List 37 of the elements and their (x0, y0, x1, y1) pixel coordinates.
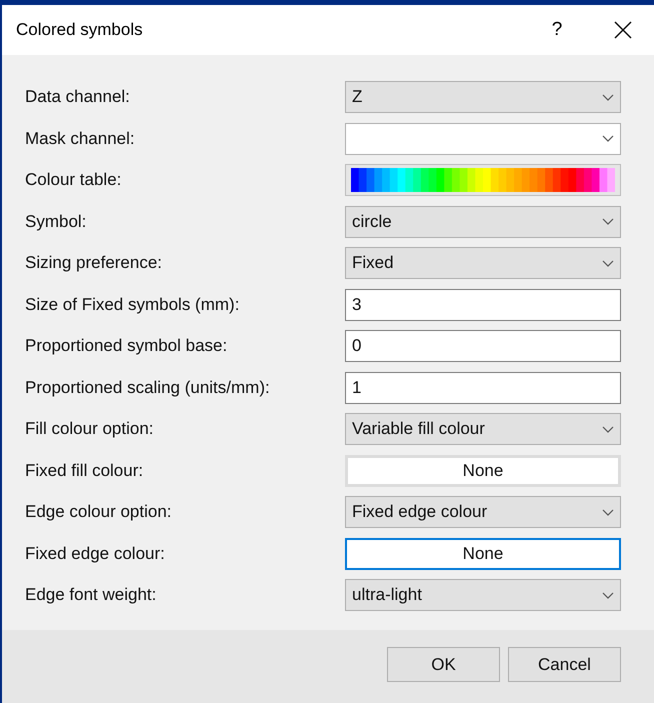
chevron-down-icon (602, 94, 614, 100)
dropdown[interactable]: Z (345, 81, 621, 113)
chevron-down-icon (602, 260, 614, 266)
window-title: Colored symbols (16, 19, 144, 42)
field-label: Mask channel: (25, 128, 136, 150)
help-button[interactable]: ? (542, 16, 572, 44)
field-label: Sizing preference: (25, 252, 164, 274)
dialog-button[interactable]: Cancel (508, 647, 621, 682)
chevron-down-icon (602, 508, 614, 516)
input-field[interactable]: 0 (345, 330, 621, 362)
close-icon[interactable] (614, 21, 632, 39)
colour-table-swatch[interactable] (345, 164, 621, 196)
field-label: Fixed fill colour: (25, 460, 144, 482)
field-label: Proportioned scaling (units/mm): (25, 376, 271, 399)
chevron-down-icon (602, 592, 614, 598)
dropdown[interactable]: Fixed (345, 247, 621, 279)
field-label: Fixed edge colour: (25, 542, 166, 565)
dropdown[interactable]: Fixed edge colour (345, 496, 621, 528)
dialog-button[interactable]: OK (387, 647, 500, 682)
field-label: Data channel: (25, 86, 131, 108)
dropdown[interactable]: ultra-light (345, 579, 621, 611)
chevron-down-icon (602, 426, 614, 432)
dropdown[interactable]: circle (345, 206, 621, 238)
chevron-down-icon (602, 218, 614, 225)
field-label: Size of Fixed symbols (mm): (25, 294, 240, 316)
field-label: Symbol: (25, 210, 88, 233)
field-label: Colour table: (25, 169, 122, 192)
field-label: Edge font weight: (25, 584, 158, 606)
colour-button[interactable]: None (345, 538, 621, 570)
field-label: Proportioned symbol base: (25, 335, 228, 358)
field-label: Fill colour option: (25, 418, 155, 440)
field-label: Edge colour option: (25, 501, 172, 524)
input-field[interactable]: 1 (345, 372, 621, 404)
chevron-down-icon (602, 135, 614, 142)
colour-button[interactable]: None (345, 454, 621, 486)
dropdown[interactable]: Variable fill colour (345, 413, 621, 445)
input-field[interactable]: 3 (345, 288, 621, 320)
